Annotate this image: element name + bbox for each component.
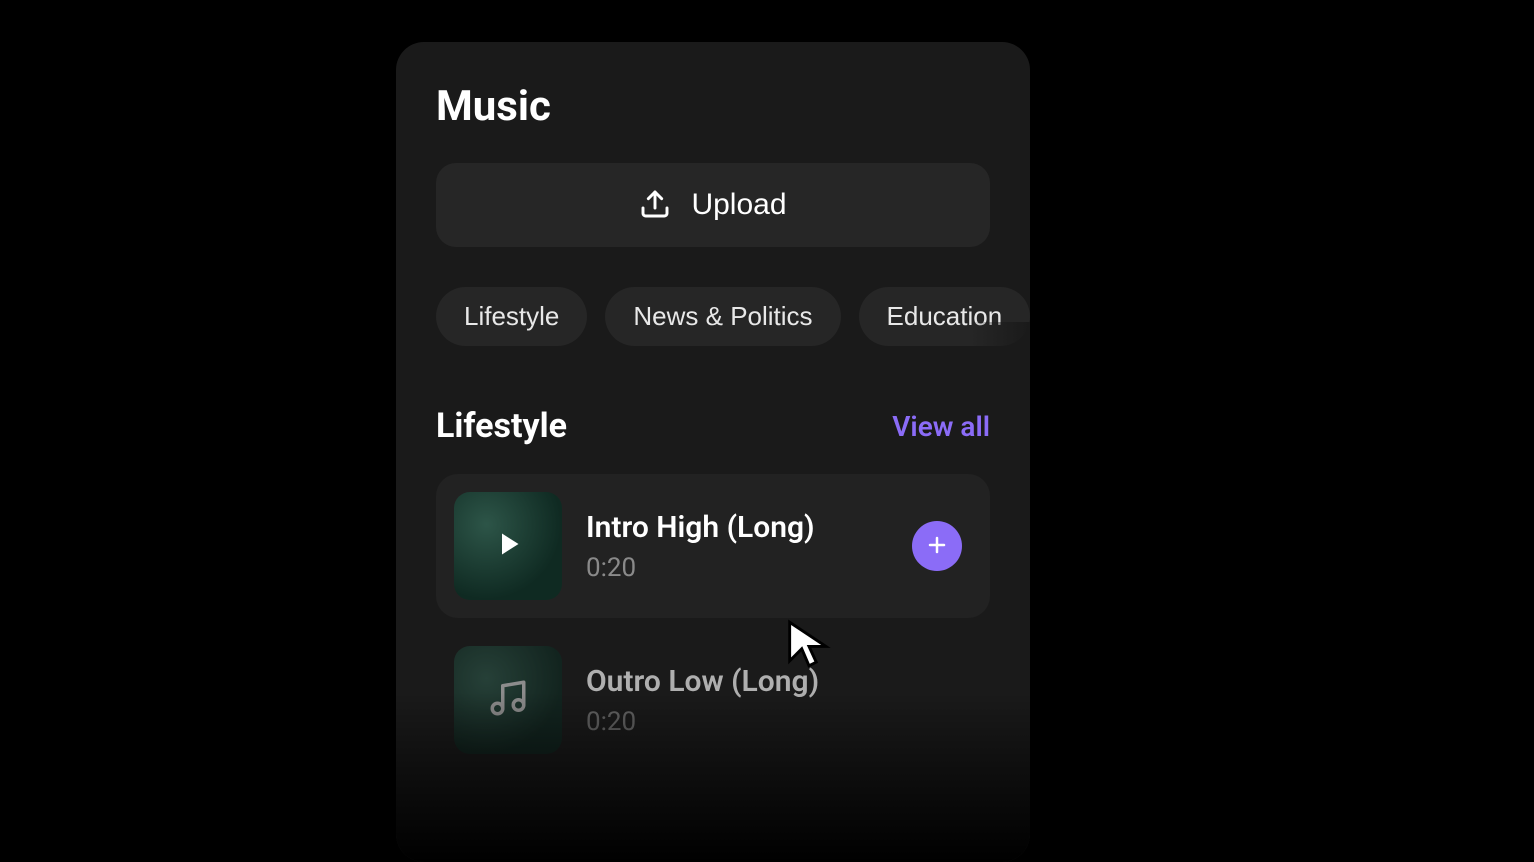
upload-button-label: Upload: [691, 188, 786, 222]
category-chip-lifestyle[interactable]: Lifestyle: [436, 287, 587, 346]
track-title: Outro Low (Long): [586, 664, 972, 699]
category-chip-education[interactable]: Education: [859, 287, 1030, 346]
track-info: Intro High (Long) 0:20: [586, 510, 888, 583]
track-list: Intro High (Long) 0:20: [396, 474, 1030, 758]
music-note-icon: [487, 677, 529, 723]
track-title: Intro High (Long): [586, 510, 888, 545]
panel-title: Music: [436, 82, 1030, 131]
category-chip-news-politics[interactable]: News & Politics: [605, 287, 840, 346]
categories-row: Lifestyle News & Politics Education: [396, 287, 1030, 346]
plus-icon: [925, 533, 949, 560]
section-header: Lifestyle View all: [396, 406, 1030, 446]
track-item[interactable]: Intro High (Long) 0:20: [436, 474, 990, 618]
track-thumbnail[interactable]: [454, 646, 562, 754]
section-title: Lifestyle: [436, 406, 567, 446]
track-duration: 0:20: [586, 707, 972, 737]
track-duration: 0:20: [586, 553, 888, 583]
add-track-button[interactable]: [912, 521, 962, 571]
view-all-link[interactable]: View all: [892, 410, 990, 443]
upload-button[interactable]: Upload: [436, 163, 990, 247]
track-thumbnail[interactable]: [454, 492, 562, 600]
music-panel: Music Upload Lifestyle News & Politics E…: [396, 42, 1030, 862]
track-item[interactable]: Outro Low (Long) 0:20: [436, 642, 990, 758]
play-icon: [490, 526, 526, 566]
track-info: Outro Low (Long) 0:20: [586, 664, 972, 737]
upload-icon: [639, 188, 671, 223]
